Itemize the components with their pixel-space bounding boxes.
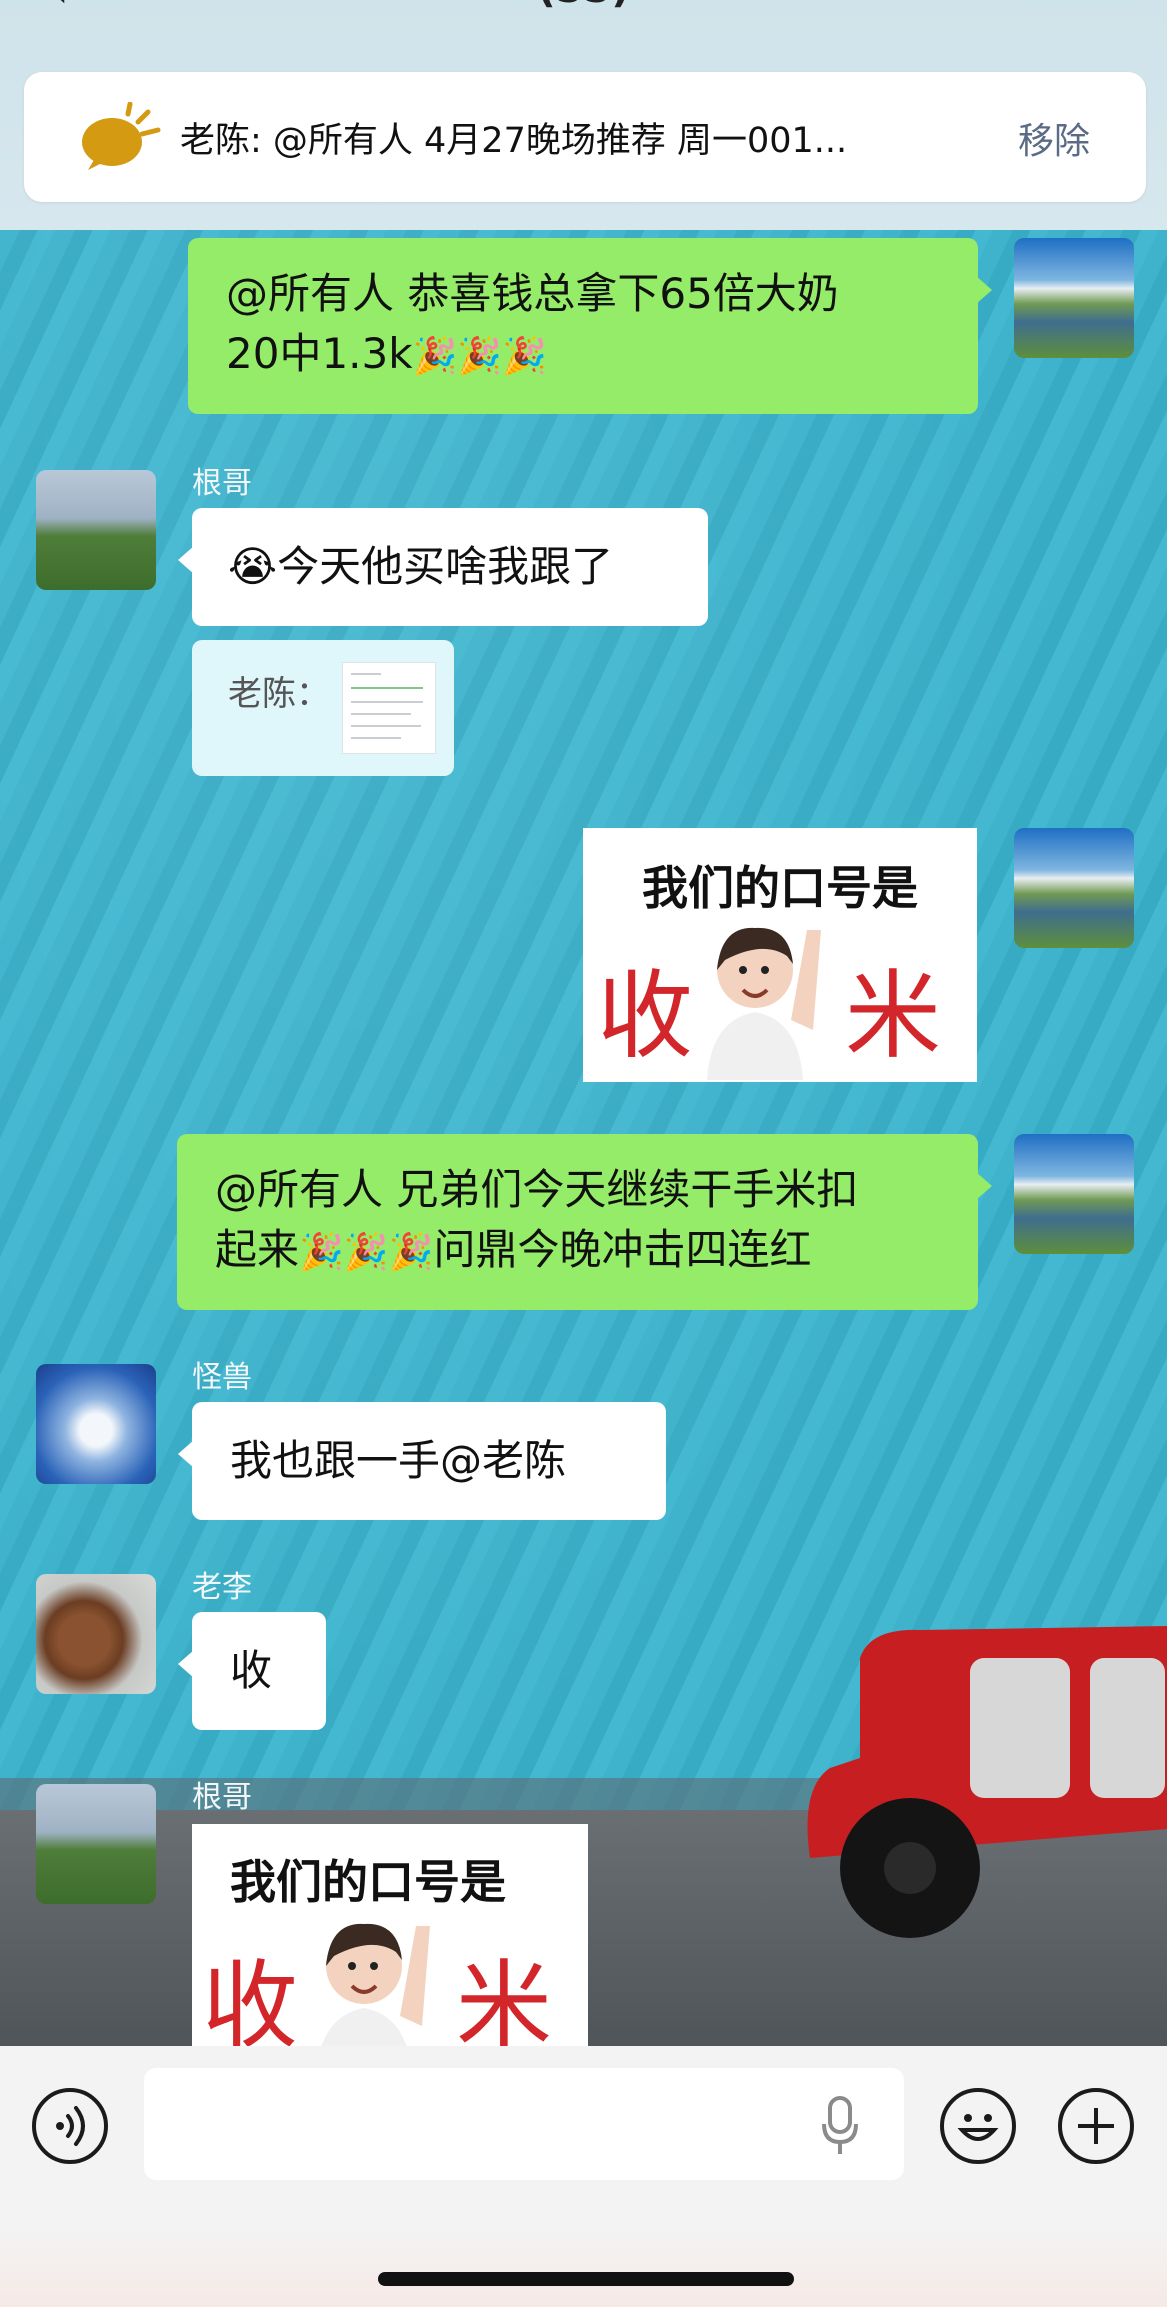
avatar-gen-ge[interactable]	[36, 1784, 156, 1904]
quote-thumbnail[interactable]	[342, 662, 436, 754]
party-emoji: 🎉🎉🎉	[299, 1232, 434, 1273]
message-text: 我也跟一手@老陈	[230, 1436, 567, 1485]
my-avatar[interactable]	[1014, 828, 1134, 948]
emoji-icon	[957, 2114, 999, 2141]
pinned-text: 老陈: @所有人 4月27晚场推荐 周一001...	[180, 121, 848, 161]
crying-emoji: 😭	[228, 542, 278, 591]
plus-icon	[1078, 2108, 1114, 2144]
mic-icon[interactable]	[820, 2096, 860, 2156]
sender-name: 根哥	[192, 1780, 252, 1815]
baby-photo	[707, 927, 821, 1080]
sticker-right-char: 米	[845, 960, 941, 1072]
quoted-image-message[interactable]: 老陈：	[192, 640, 454, 776]
quote-sender: 老陈：	[228, 674, 330, 714]
voice-icon	[56, 2106, 85, 2146]
home-indicator[interactable]	[378, 2272, 794, 2286]
my-avatar[interactable]	[1014, 238, 1134, 358]
message-bubble[interactable]: 收	[178, 1612, 326, 1730]
message-input[interactable]	[144, 2068, 904, 2180]
sticker-image[interactable]: 我们的口号是 收 米	[192, 1824, 588, 2046]
avatar-lao-li[interactable]	[36, 1574, 156, 1694]
my-avatar[interactable]	[1014, 1134, 1134, 1254]
plus-button[interactable]	[1058, 2088, 1134, 2164]
message-bubble[interactable]: 😭今天他买啥我跟了	[178, 508, 708, 626]
voice-button[interactable]	[32, 2088, 108, 2164]
pinned-announcement[interactable]: 老陈: @所有人 4月27晚场推荐 周一001... 移除	[24, 72, 1146, 202]
emoji-button[interactable]	[940, 2088, 1016, 2164]
party-emoji: 🎉🎉🎉	[412, 336, 548, 377]
sender-name: 老李	[192, 1570, 252, 1605]
message-text: @所有人 恭喜钱总拿下65倍大奶	[226, 269, 839, 318]
chat-title: (55)	[0, 0, 1167, 12]
chat-area[interactable]: @所有人 恭喜钱总拿下65倍大奶 20中1.3k🎉🎉🎉 根哥 😭今天他买啥我跟了…	[0, 230, 1167, 2046]
message-text-line2: 起来🎉🎉🎉问鼎今晚冲击四连红	[215, 1225, 812, 1274]
message-text: @所有人 兄弟们今天继续干手米扣	[215, 1165, 859, 1214]
message-text-line2: 20中1.3k🎉🎉🎉	[226, 329, 548, 378]
sticker-image[interactable]: 我们的口号是 收 米	[583, 828, 977, 1082]
message-bubble-own[interactable]: @所有人 恭喜钱总拿下65倍大奶 20中1.3k🎉🎉🎉	[188, 238, 992, 414]
message-text: 今天他买啥我跟了	[277, 542, 614, 591]
message-text: 收	[230, 1646, 273, 1695]
wallpaper-car	[807, 1626, 1167, 1938]
avatar-gen-ge[interactable]	[36, 470, 156, 590]
input-bar	[0, 2046, 1167, 2307]
sticker-left-char: 收	[202, 1950, 298, 2046]
sticker-right-char: 米	[456, 1950, 552, 2046]
sender-name: 怪兽	[192, 1360, 252, 1395]
remove-button[interactable]: 移除	[1018, 112, 1090, 164]
message-bubble-own[interactable]: @所有人 兄弟们今天继续干手米扣 起来🎉🎉🎉问鼎今晚冲击四连红	[177, 1134, 992, 1310]
sticker-left-char: 收	[597, 960, 693, 1072]
top-bar: ‹ (55) 老陈: @所有人 4月27晚场推荐 周一001... 移除	[0, 0, 1167, 230]
message-bubble[interactable]: 我也跟一手@老陈	[178, 1402, 666, 1520]
baby-photo	[321, 1923, 430, 2046]
avatar-guai-shou[interactable]	[36, 1364, 156, 1484]
sender-name: 根哥	[192, 466, 252, 501]
megaphone-icon	[82, 102, 161, 170]
